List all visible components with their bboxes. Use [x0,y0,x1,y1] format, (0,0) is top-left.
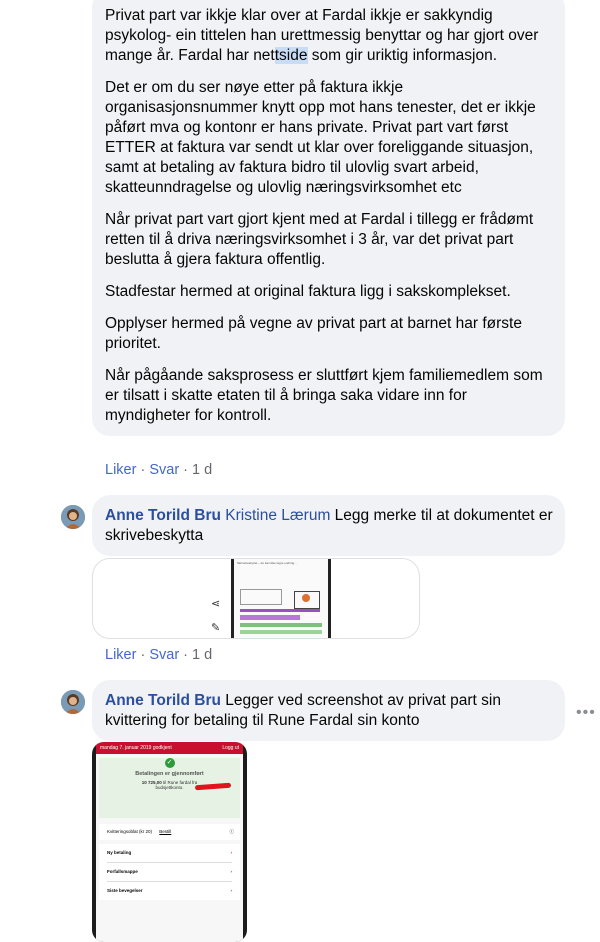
attachment-preview[interactable]: ⋖ ✎ Skrivebeskyttet – du kan ikke lagre … [92,558,420,639]
text-selection: tside [274,47,308,64]
edit-icon: ✎ [211,622,221,634]
info-icon: ⓘ [229,829,235,834]
check-icon: ✓ [164,758,175,768]
like-link[interactable]: Liker [105,647,136,663]
receipt-row: Kvitteringsoblat (kr 20) Bestill ⓘ [99,824,240,840]
menu-item: Ny betaling › [107,844,232,863]
comment-bubble: Privat part var ikkje klar over at Farda… [92,0,565,436]
comment-paragraph: Opplyser hermed på vegne av privat part … [105,315,522,352]
reply-link[interactable]: Svar [149,647,179,663]
comment-paragraph: Stadfestar hermed at original faktura li… [105,283,511,300]
timestamp[interactable]: 1 d [192,462,212,478]
comment-paragraph: Privat part var ikkje klar over at Farda… [105,7,539,64]
menu-item: Siste bevegelser › [107,888,232,893]
share-icon: ⋖ [211,598,221,610]
avatar[interactable] [61,690,85,714]
receipt-topbar: mandag 7. januar 2019 godkjent Logg ut [96,742,243,754]
more-options-icon[interactable]: ••• [576,704,596,722]
comment-paragraph: Det er om du ser nøye etter på faktura i… [105,79,536,196]
document-thumbnail: Skrivebeskyttet – du kan ikke lagre endr… [231,559,331,638]
comment-bubble: Anne Torild Bru Legger ved screenshot av… [92,680,565,741]
receipt-box: ✓ Betalingen er gjennomført 10 725,00 ti… [99,758,240,818]
comment-paragraph: Når privat part vart gjort kjent med at … [105,211,534,268]
thumbnail-header: Skrivebeskyttet – du kan ikke lagre endr… [237,561,297,565]
menu-item: Forfallsmappe › [107,863,232,882]
timestamp[interactable]: 1 d [192,647,212,663]
avatar[interactable] [61,505,85,529]
author-name[interactable]: Anne Torild Bru [105,507,221,524]
comment-bubble: Anne Torild Bru Kristine Lærum Legg merk… [92,495,565,556]
receipt-title: Betalingen er gjennomført [135,771,204,777]
like-link[interactable]: Liker [105,462,136,478]
reply-link[interactable]: Svar [149,462,179,478]
mention-link[interactable]: Kristine Lærum [225,507,330,524]
comment-actions: Liker · Svar · 1 d [105,462,213,478]
receipt-screenshot[interactable]: mandag 7. januar 2019 godkjent Logg ut ✓… [92,742,247,942]
comment-actions: Liker · Svar · 1 d [105,647,213,663]
comment-paragraph: Når pågåande saksprosess er sluttført kj… [105,367,543,424]
receipt-menu: Ny betaling › Forfallsmappe › Siste bevege… [99,844,240,900]
author-name[interactable]: Anne Torild Bru [105,692,221,709]
